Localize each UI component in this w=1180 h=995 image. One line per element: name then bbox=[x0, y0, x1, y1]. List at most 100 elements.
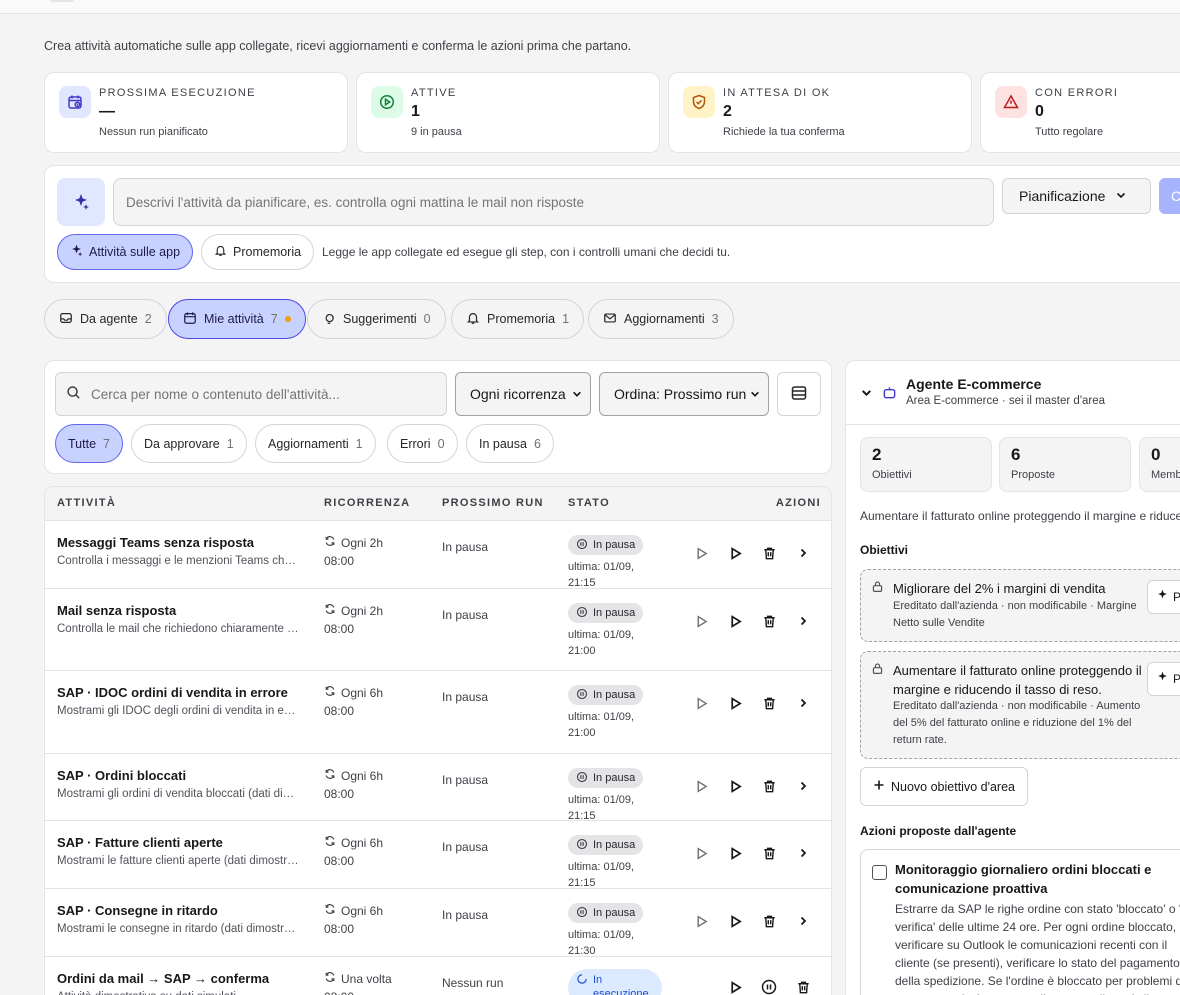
pause-circle-icon bbox=[576, 606, 588, 621]
tab-updates[interactable]: Aggiornamenti 3 bbox=[588, 299, 734, 339]
play-icon[interactable] bbox=[725, 611, 745, 631]
task-last-run: ultima: 01/09, 21:15 bbox=[568, 561, 635, 589]
view-toggle-button[interactable] bbox=[777, 372, 821, 416]
proposal-desc: Estrarre da SAP le righe ordine con stat… bbox=[895, 902, 1180, 995]
filter-count: 0 bbox=[437, 436, 445, 451]
task-recurrence-label: Ogni 6h bbox=[341, 835, 384, 850]
calendar-icon bbox=[183, 311, 197, 328]
status-badge: In pausa bbox=[568, 603, 644, 623]
run-now-icon[interactable] bbox=[691, 843, 711, 863]
agent-subtitle: Area E-commerce · sei il master d'area bbox=[906, 395, 1106, 407]
objective-sub: Ereditato dall'azienda · non modificabil… bbox=[893, 600, 1137, 629]
stat-label: Con errori bbox=[1035, 87, 1119, 99]
chevron-right-icon[interactable] bbox=[793, 693, 813, 713]
stat-label: Prossima esecuzione bbox=[99, 87, 256, 99]
table-row[interactable]: Mail senza risposta Controlla le mail che… bbox=[45, 589, 831, 671]
sort-select[interactable]: Ordina: Prossimo run bbox=[599, 372, 769, 416]
tab-suggestions[interactable]: Suggerimenti 0 bbox=[307, 299, 446, 339]
row-actions bbox=[691, 543, 813, 563]
trash-icon[interactable] bbox=[759, 611, 779, 631]
lightbulb-icon bbox=[322, 311, 336, 328]
table-row[interactable]: SAP · Fatture clienti aperte Mostrami le … bbox=[45, 821, 831, 889]
filter-paused[interactable]: In pausa 6 bbox=[466, 424, 554, 463]
task-time: 08:00 bbox=[324, 554, 355, 568]
play-icon[interactable] bbox=[725, 693, 745, 713]
status-label: In pausa bbox=[593, 607, 636, 619]
filter-errors[interactable]: Errori 0 bbox=[387, 424, 458, 463]
chevron-down-icon[interactable] bbox=[860, 386, 873, 402]
repeat-icon bbox=[324, 971, 336, 986]
trash-icon[interactable] bbox=[793, 977, 813, 995]
chevron-right-icon[interactable] bbox=[793, 611, 813, 631]
table-row[interactable]: SAP · Ordini bloccati Mostrami gli ordini… bbox=[45, 754, 831, 822]
schedule-dropdown[interactable]: Pianificazione bbox=[1002, 178, 1151, 214]
objective-plan-button[interactable]: P bbox=[1147, 662, 1180, 696]
status-badge: In pausa bbox=[568, 768, 644, 788]
filter-updates[interactable]: Aggiornamenti 1 bbox=[255, 424, 376, 463]
run-now-icon[interactable] bbox=[691, 611, 711, 631]
task-recurrence-label: Ogni 6h bbox=[341, 903, 384, 918]
chevron-down-icon bbox=[750, 386, 760, 402]
objective-card: Aumentare il fatturato online proteggend… bbox=[860, 651, 1180, 759]
bell-icon bbox=[214, 244, 227, 260]
task-desc: Mostrami gli IDOC degli ordini di vendit… bbox=[57, 705, 299, 717]
pause-icon[interactable] bbox=[759, 977, 779, 995]
mode-app-tasks[interactable]: Attività sulle app bbox=[57, 234, 194, 270]
table-row[interactable]: Ordini da mail → SAP → conferma Attività … bbox=[45, 957, 831, 995]
row-actions bbox=[691, 843, 813, 863]
run-now-icon[interactable] bbox=[691, 543, 711, 563]
table-row[interactable]: SAP · Consegne in ritardo Mostrami le con… bbox=[45, 889, 831, 957]
trash-icon[interactable] bbox=[759, 911, 779, 931]
table-row[interactable]: SAP · IDOC ordini di vendita in errore Mo… bbox=[45, 671, 831, 754]
chevron-right-icon[interactable] bbox=[793, 776, 813, 796]
filter-to-approve[interactable]: Da approvare 1 bbox=[131, 424, 247, 463]
chevron-right-icon[interactable] bbox=[793, 543, 813, 563]
chevron-right-icon[interactable] bbox=[793, 911, 813, 931]
objective-title: Migliorare del 2% i margini di vendita bbox=[893, 581, 1106, 596]
play-icon[interactable] bbox=[725, 543, 745, 563]
agent-header[interactable]: Agente E-commerce Area E-commerce · sei … bbox=[846, 361, 1180, 425]
run-now-icon[interactable] bbox=[691, 776, 711, 796]
mode-reminder[interactable]: Promemoria bbox=[201, 234, 315, 270]
tab-reminders[interactable]: Promemoria 1 bbox=[451, 299, 585, 339]
search-input[interactable] bbox=[91, 386, 431, 402]
tab-from-agent[interactable]: Da agente 2 bbox=[44, 299, 167, 339]
play-icon[interactable] bbox=[725, 776, 745, 796]
create-button[interactable]: C bbox=[1159, 178, 1180, 214]
chevron-down-icon bbox=[1115, 188, 1127, 204]
col-activity[interactable]: Attività bbox=[57, 497, 116, 509]
play-icon[interactable] bbox=[725, 911, 745, 931]
row-actions bbox=[691, 693, 813, 713]
col-recurrence[interactable]: Ricorrenza bbox=[324, 497, 410, 509]
col-next-run[interactable]: Prossimo run bbox=[442, 497, 544, 509]
filter-all[interactable]: Tutte 7 bbox=[55, 424, 123, 463]
trash-icon[interactable] bbox=[759, 543, 779, 563]
search-box[interactable] bbox=[55, 372, 447, 416]
play-icon[interactable] bbox=[725, 977, 745, 995]
stat-next-run: Prossima esecuzione — Nessun run pianifi… bbox=[44, 72, 348, 153]
top-bar-control[interactable] bbox=[48, 0, 76, 2]
trash-icon[interactable] bbox=[759, 776, 779, 796]
pause-circle-icon bbox=[576, 906, 588, 921]
play-icon[interactable] bbox=[725, 843, 745, 863]
chevron-right-icon[interactable] bbox=[827, 977, 831, 995]
task-name: SAP · IDOC ordini di vendita in errore bbox=[57, 685, 288, 700]
filter-count: 7 bbox=[103, 436, 110, 451]
tab-count: 7 bbox=[270, 312, 278, 326]
objective-plan-button[interactable]: P bbox=[1147, 580, 1180, 614]
kpi-objectives: 2 Obiettivi bbox=[860, 437, 992, 492]
run-now-icon[interactable] bbox=[691, 693, 711, 713]
table-row[interactable]: Messaggi Teams senza risposta Controlla i… bbox=[45, 521, 831, 589]
tab-my-tasks[interactable]: Mie attività 7 bbox=[168, 299, 306, 339]
run-now-icon[interactable] bbox=[691, 911, 711, 931]
trash-icon[interactable] bbox=[759, 843, 779, 863]
repeat-icon bbox=[324, 835, 336, 850]
recurrence-select[interactable]: Ogni ricorrenza bbox=[455, 372, 591, 416]
task-prompt-input[interactable] bbox=[113, 178, 994, 226]
chevron-right-icon[interactable] bbox=[793, 843, 813, 863]
add-objective-button[interactable]: Nuovo obiettivo d'area bbox=[860, 767, 1028, 806]
trash-icon[interactable] bbox=[759, 693, 779, 713]
task-recurrence: Ogni 6h bbox=[324, 835, 383, 850]
col-status[interactable]: Stato bbox=[568, 497, 610, 509]
proposal-checkbox[interactable] bbox=[872, 865, 887, 880]
